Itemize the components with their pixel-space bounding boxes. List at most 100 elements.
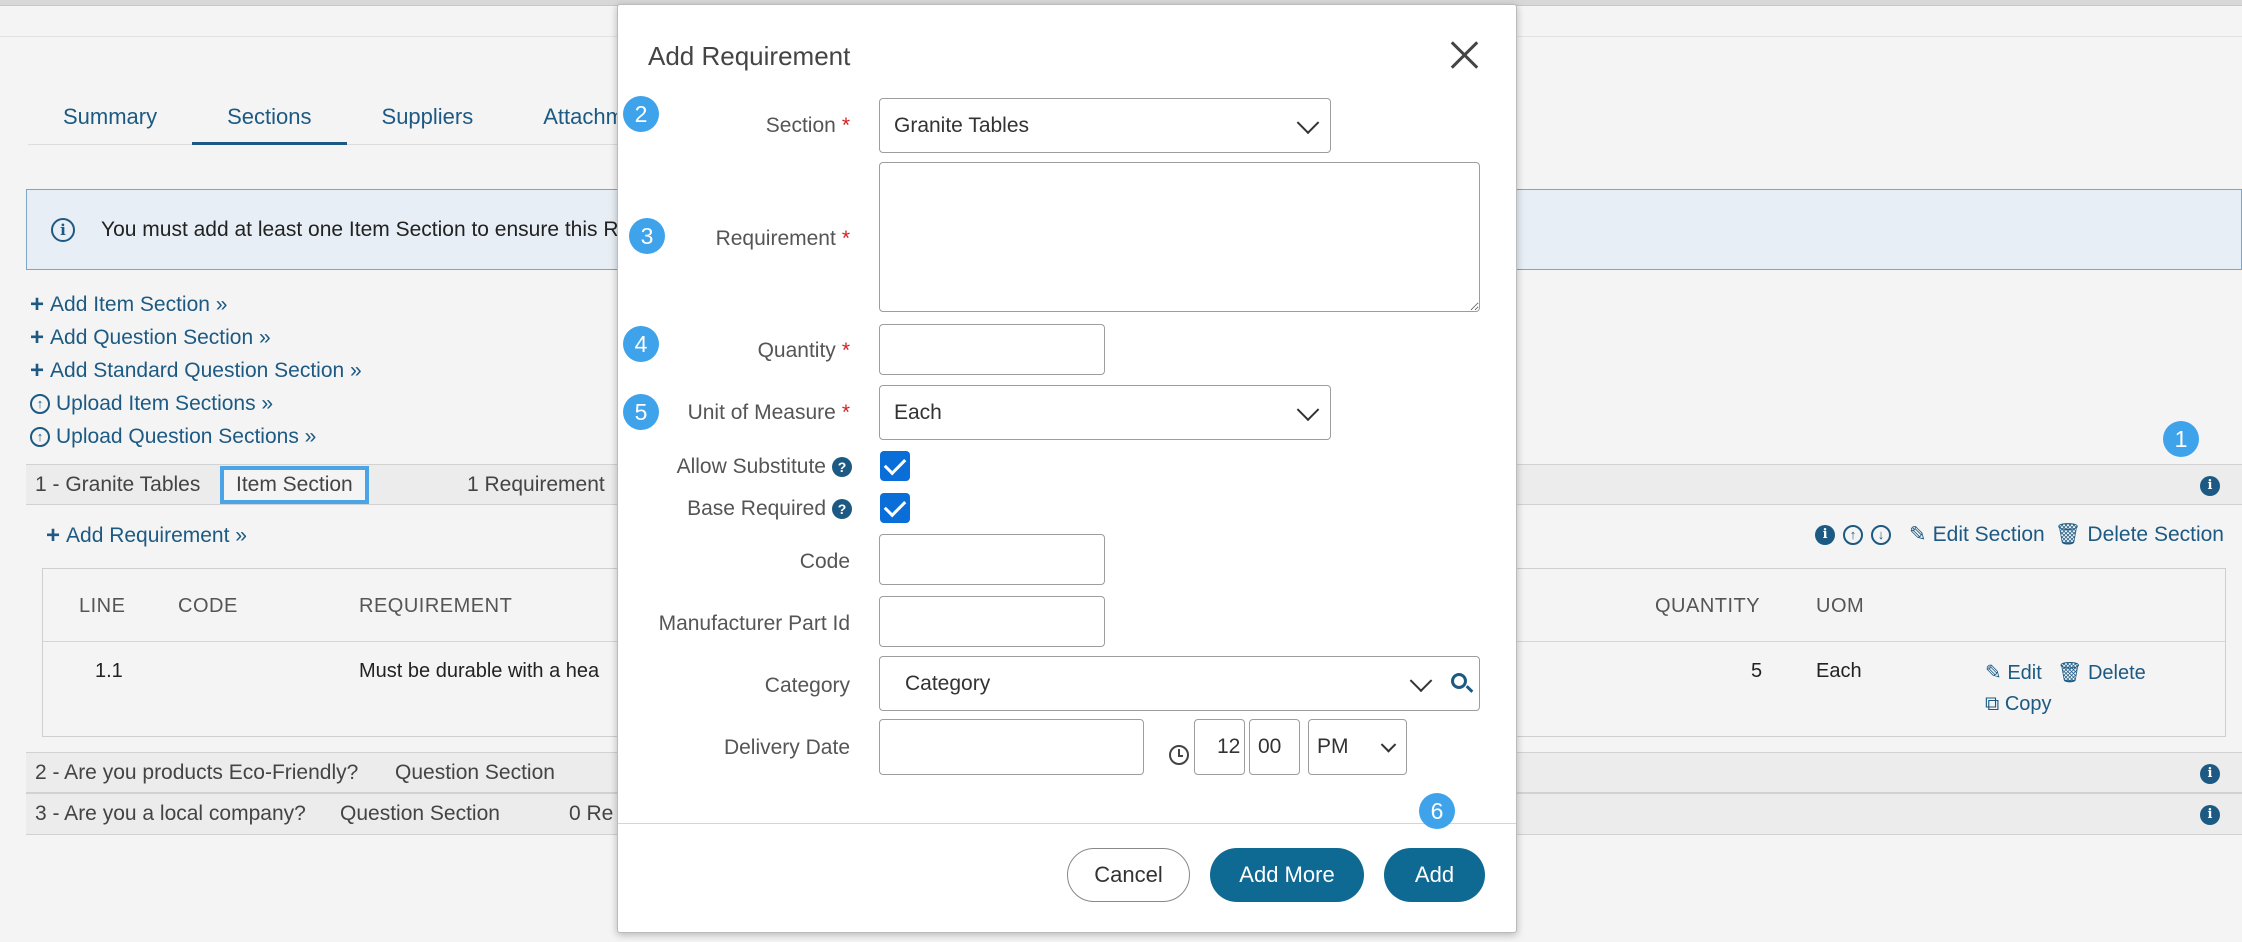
- requirement-textarea[interactable]: [879, 162, 1480, 312]
- column-header-uom: UOM: [1816, 595, 1865, 617]
- tab-sections[interactable]: Sections: [192, 95, 347, 145]
- trash-icon: 🗑: [2054, 522, 2082, 546]
- info-icon[interactable]: i: [2200, 805, 2220, 825]
- step-marker: 2: [623, 96, 659, 132]
- section-count: 0 Re: [569, 802, 614, 825]
- step-marker: 4: [623, 326, 659, 362]
- upload-icon: ↑: [30, 393, 50, 414]
- required-mark: *: [841, 401, 850, 424]
- edit-section-button[interactable]: ✎ Edit Section: [1909, 522, 2045, 547]
- move-up-icon[interactable]: ↑: [1843, 524, 1864, 545]
- requirement-label: Requirement *: [716, 227, 850, 251]
- add-item-section-link[interactable]: + Add Item Section »: [30, 288, 362, 321]
- pencil-icon: ✎: [1985, 662, 2002, 684]
- label-text: Section: [765, 114, 836, 137]
- cancel-button[interactable]: Cancel: [1067, 848, 1190, 902]
- ampm-select[interactable]: PM: [1308, 719, 1407, 775]
- section-title: 3 - Are you a local company?: [35, 802, 306, 825]
- plus-icon: +: [46, 522, 61, 549]
- tab-bar: Summary Sections Suppliers Attachm: [28, 95, 659, 145]
- section-select[interactable]: Granite Tables: [879, 98, 1331, 153]
- button-label: Copy: [2004, 693, 2052, 715]
- allow-substitute-checkbox[interactable]: [880, 451, 910, 481]
- trash-icon: 🗑: [2057, 662, 2083, 684]
- section-title: 2 - Are you products Eco-Friendly?: [35, 761, 359, 784]
- move-down-icon[interactable]: ↓: [1871, 524, 1892, 545]
- pencil-icon: ✎: [1909, 523, 1927, 546]
- uom-select[interactable]: Each: [879, 385, 1331, 440]
- column-header-code: CODE: [178, 595, 238, 617]
- minute-input[interactable]: 00: [1249, 719, 1300, 775]
- label-text: Unit of Measure: [687, 401, 836, 424]
- info-icon[interactable]: i: [2200, 476, 2220, 496]
- chevron-down-icon[interactable]: [1409, 668, 1433, 692]
- column-header-quantity: QUANTITY: [1655, 595, 1761, 617]
- select-value: Granite Tables: [894, 113, 1030, 137]
- label-text: Quantity: [757, 339, 836, 362]
- step-marker: 6: [1419, 793, 1455, 829]
- base-required-label: Base Required?: [687, 497, 852, 521]
- section-label: Section *: [766, 114, 850, 138]
- section-count: 1 Requirement: [467, 473, 605, 496]
- row-edit-button[interactable]: ✎ Edit: [1985, 660, 2042, 685]
- column-header-line: LINE: [79, 595, 126, 617]
- row-delete-button[interactable]: 🗑 Delete: [2057, 660, 2146, 685]
- info-icon[interactable]: i: [2200, 764, 2220, 784]
- minute-value: 00: [1258, 735, 1282, 758]
- info-icon[interactable]: i: [1815, 524, 1836, 545]
- info-icon: i: [51, 217, 75, 242]
- upload-question-sections-link[interactable]: ↑ Upload Question Sections »: [30, 420, 362, 453]
- required-mark: *: [841, 339, 850, 362]
- link-label: Add Standard Question Section »: [50, 358, 362, 382]
- row-uom: Each: [1816, 660, 1862, 682]
- hour-value: 12: [1217, 735, 1241, 758]
- base-required-checkbox[interactable]: [880, 493, 910, 523]
- help-icon[interactable]: ?: [832, 457, 852, 478]
- section-title: 1 - Granite Tables: [35, 473, 201, 496]
- category-combobox[interactable]: Category: [879, 656, 1480, 711]
- add-requirement-link[interactable]: + Add Requirement »: [46, 522, 247, 550]
- delivery-date-input[interactable]: [879, 719, 1144, 775]
- chevron-down-icon: [1296, 397, 1320, 421]
- delivery-date-label: Delivery Date: [723, 736, 850, 759]
- delete-section-button[interactable]: 🗑 Delete Section: [2055, 523, 2224, 547]
- category-label: Category: [764, 674, 850, 697]
- info-banner-text: You must add at least one Item Section t…: [101, 217, 619, 241]
- link-label: Add Question Section »: [50, 325, 271, 349]
- row-copy-button[interactable]: ⧉ Copy: [1985, 693, 2052, 716]
- button-label: Delete: [2087, 662, 2146, 684]
- add-requirement-modal: Add Requirement Section * Granite Tables …: [617, 4, 1517, 933]
- tab-suppliers[interactable]: Suppliers: [346, 95, 509, 145]
- link-label: Add Requirement »: [66, 524, 247, 547]
- add-button[interactable]: Add: [1384, 848, 1485, 902]
- section-type: Question Section: [395, 761, 555, 784]
- label-text: Base Required: [687, 497, 826, 520]
- upload-item-sections-link[interactable]: ↑ Upload Item Sections »: [30, 387, 362, 420]
- section-type: Question Section: [340, 802, 500, 825]
- mfr-part-id-input[interactable]: [879, 596, 1105, 647]
- button-label: Edit Section: [1932, 522, 2045, 546]
- required-mark: *: [841, 114, 850, 137]
- select-value: PM: [1317, 735, 1349, 758]
- help-icon[interactable]: ?: [832, 499, 852, 520]
- add-standard-question-section-link[interactable]: + Add Standard Question Section »: [30, 354, 362, 387]
- close-icon[interactable]: [1448, 37, 1482, 71]
- section-type-badge: Item Section: [220, 466, 369, 504]
- quantity-input[interactable]: [879, 324, 1105, 375]
- add-question-section-link[interactable]: + Add Question Section »: [30, 321, 362, 354]
- clock-icon: [1169, 745, 1189, 765]
- tab-summary[interactable]: Summary: [28, 95, 193, 145]
- button-label: Delete Section: [2087, 522, 2224, 546]
- label-text: Allow Substitute: [676, 455, 826, 478]
- search-icon[interactable]: [1451, 673, 1467, 689]
- section-add-links: + Add Item Section » + Add Question Sectio…: [30, 288, 362, 453]
- add-more-button[interactable]: Add More: [1210, 848, 1364, 902]
- link-label: Upload Question Sections »: [56, 424, 317, 448]
- plus-icon: +: [30, 323, 45, 351]
- link-label: Add Item Section »: [50, 292, 228, 316]
- chevron-down-icon: [1296, 110, 1320, 134]
- column-header-requirement: REQUIREMENT: [359, 595, 513, 617]
- code-input[interactable]: [879, 534, 1105, 585]
- hour-input[interactable]: 12: [1194, 719, 1245, 775]
- link-label: Upload Item Sections »: [56, 391, 274, 415]
